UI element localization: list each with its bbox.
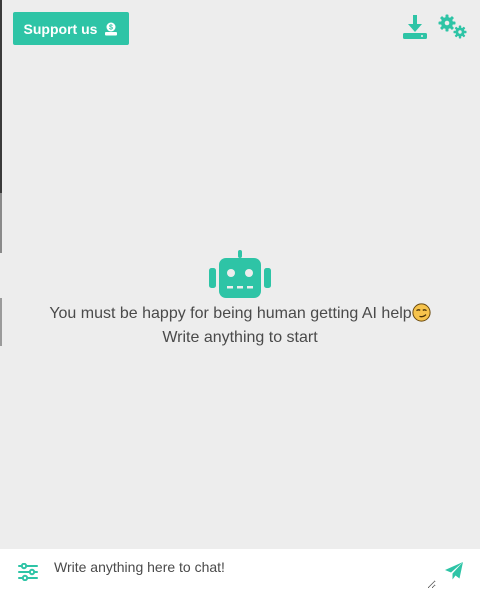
window-edge — [0, 193, 2, 253]
support-button-label: Support us — [23, 20, 98, 37]
gear-icon[interactable] — [437, 14, 469, 45]
money-hand-icon: $ — [104, 22, 118, 36]
smirking-face-emoji — [412, 303, 431, 322]
window-edge — [0, 0, 2, 193]
empty-state-message-text: You must be happy for being human gettin… — [49, 305, 412, 322]
send-icon[interactable] — [444, 561, 464, 586]
download-icon[interactable] — [402, 14, 428, 45]
support-us-button[interactable]: Support us $ — [13, 12, 129, 45]
svg-text:$: $ — [109, 24, 113, 31]
robot-icon — [209, 250, 271, 300]
chat-input[interactable] — [48, 553, 436, 589]
sliders-icon[interactable] — [18, 562, 38, 586]
chat-composer — [0, 549, 480, 593]
empty-state-hint: Write anything to start — [162, 329, 318, 346]
chat-app: Support us $ You must be happy for being… — [0, 0, 480, 593]
empty-state: You must be happy for being human gettin… — [0, 250, 480, 350]
empty-state-message: You must be happy for being human gettin… — [0, 302, 480, 326]
